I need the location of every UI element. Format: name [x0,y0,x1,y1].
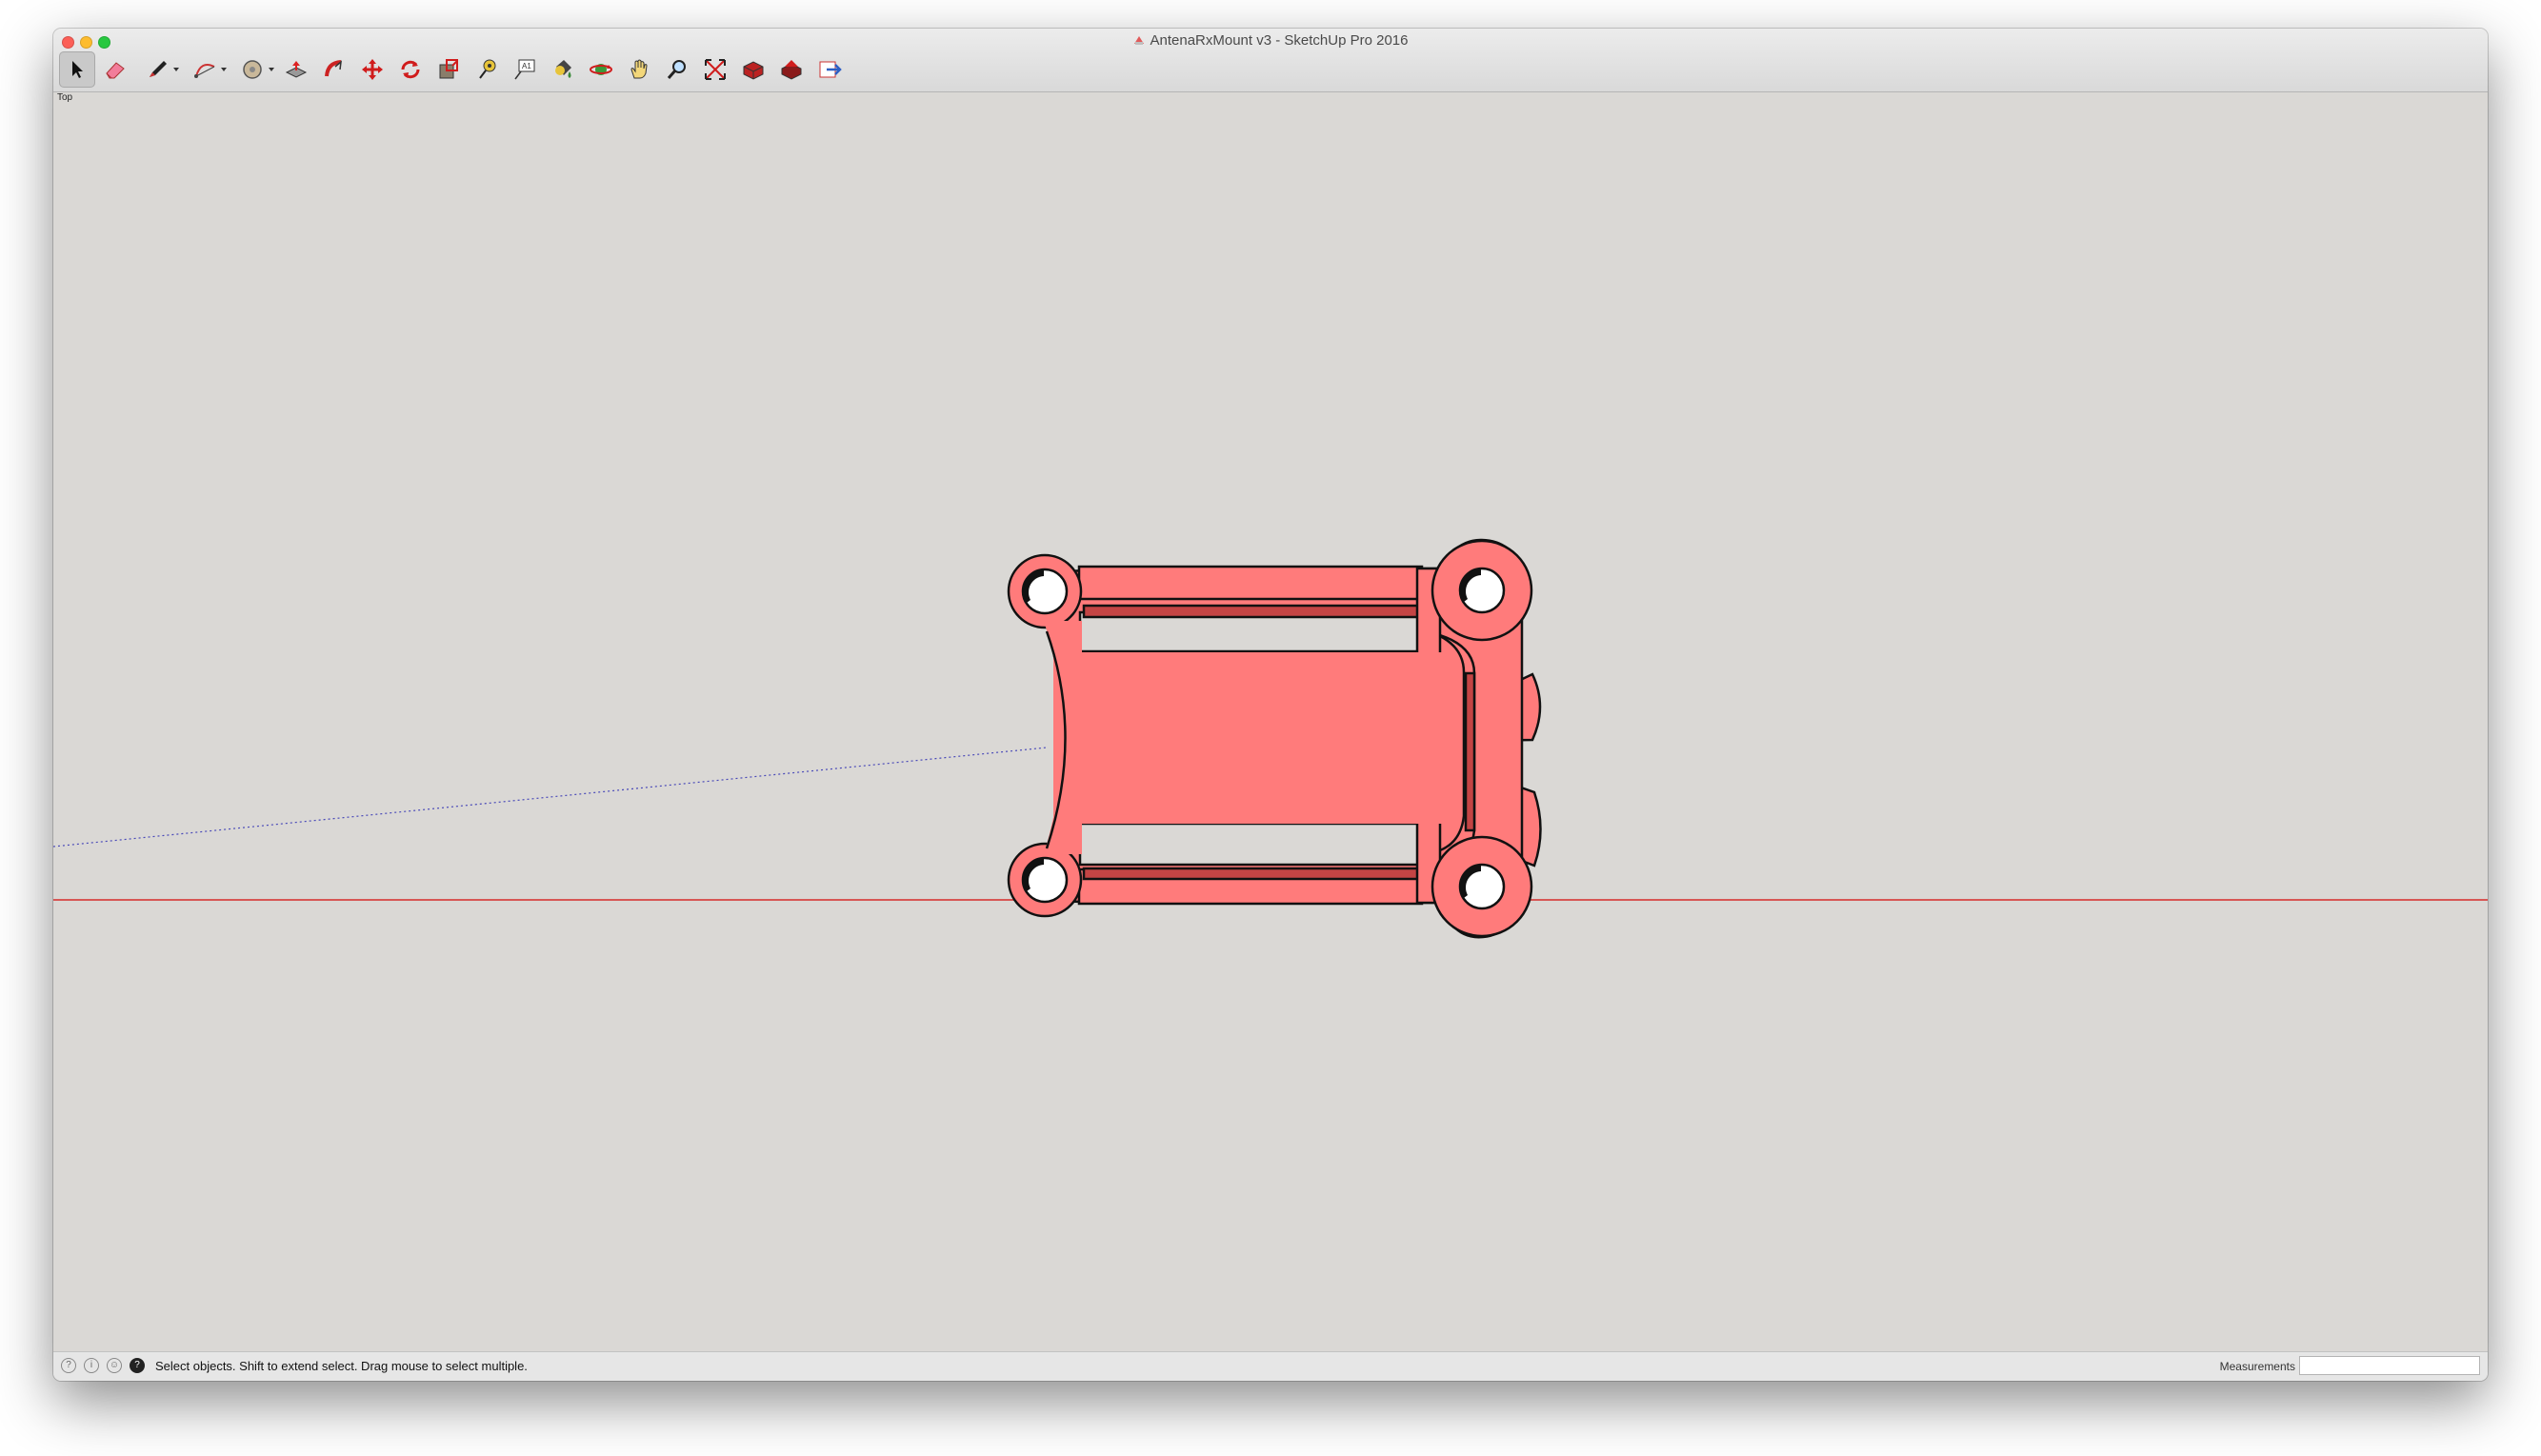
scale-tool-button[interactable] [430,51,467,88]
measurements-label: Measurements [2219,1360,2295,1373]
move-tool-button[interactable] [354,51,390,88]
antenna-rx-mount-model[interactable] [1007,538,1542,939]
screw-hole-top-right [1458,567,1506,614]
title-bar: AntenaRxMount v3 - SketchUp Pro 2016 A1 [53,29,2488,92]
shapes-tool-button[interactable] [230,51,276,88]
geo-location-icon[interactable]: ? [61,1358,76,1373]
window-title: AntenaRxMount v3 - SketchUp Pro 2016 [53,31,2488,50]
tape-measure-icon [479,59,496,79]
status-message: Select objects. Shift to extend select. … [155,1359,528,1373]
zoom-extents-tool-button[interactable] [697,51,733,88]
scale-icon [439,59,458,79]
paint-bucket-icon [555,60,571,78]
model-canvas[interactable] [53,92,2488,1352]
rotate-tool-button[interactable] [392,51,429,88]
move-icon [362,59,383,80]
extension-warehouse-button[interactable] [773,51,810,88]
status-bar: ? i ☺ ? Select objects. Shift to extend … [53,1351,2488,1381]
select-arrow-icon [72,61,83,78]
rotate-icon [401,60,420,79]
main-toolbar: A1 [59,51,850,88]
pan-hand-icon [630,59,648,79]
side-wall-channel [1464,671,1476,832]
zoom-tool-button[interactable] [659,51,695,88]
arc-tool-button[interactable] [183,51,229,88]
chevron-down-icon [173,68,179,71]
rail-groove-top [1082,604,1420,619]
sketchup-window: AntenaRxMount v3 - SketchUp Pro 2016 A1 … [53,29,2488,1381]
follow-me-icon [325,60,342,77]
modeling-viewport[interactable]: Top [53,92,2488,1352]
chevron-down-icon [221,68,227,71]
circle-shape-icon [243,60,262,79]
zoom-icon [667,60,686,79]
screw-hole-bottom-left [1021,856,1069,904]
rail-groove-bottom [1082,867,1420,881]
screw-hole-bottom-right [1458,863,1506,910]
credits-info-icon[interactable]: i [84,1358,99,1373]
line-tool-button[interactable] [135,51,181,88]
tape-measure-tool-button[interactable] [469,51,505,88]
instructor-icon[interactable]: ? [130,1358,145,1373]
center-plate [1053,652,1463,824]
eraser-icon [106,62,125,79]
follow-me-tool-button[interactable] [316,51,352,88]
push-pull-tool-button[interactable] [278,51,314,88]
select-tool-button[interactable] [59,51,95,88]
send-to-layout-button[interactable] [811,51,848,88]
measurements-input[interactable] [2299,1356,2480,1375]
push-pull-icon [285,61,308,78]
orbit-tool-button[interactable] [583,51,619,88]
cross-rail-top [1077,565,1424,601]
arc-icon [194,64,215,78]
pan-tool-button[interactable] [621,51,657,88]
document-icon [1133,36,1144,45]
paint-bucket-tool-button[interactable] [545,51,581,88]
eraser-tool-button[interactable] [97,51,133,88]
send-to-layout-icon [819,61,842,78]
user-account-icon[interactable]: ☺ [107,1358,122,1373]
3d-warehouse-button[interactable] [735,51,771,88]
chevron-down-icon [269,68,274,71]
text-tool-button[interactable]: A1 [507,51,543,88]
screw-hole-top-left [1021,568,1069,615]
3d-warehouse-icon [743,61,764,80]
zoom-extents-icon [705,59,726,80]
window-title-text: AntenaRxMount v3 - SketchUp Pro 2016 [1150,32,1409,49]
orbit-icon [590,64,612,75]
extension-warehouse-icon [781,60,802,80]
rail-slot-bottom [1078,822,1431,867]
pencil-icon [150,61,167,77]
svg-text:A1: A1 [522,62,531,70]
text-label-icon: A1 [514,59,535,80]
blue-guide-line [53,747,1048,848]
